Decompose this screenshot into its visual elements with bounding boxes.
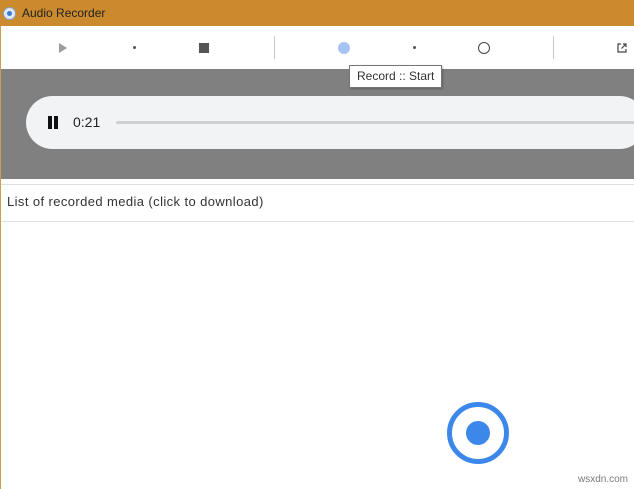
stop-icon [199,42,209,53]
title-bar: Audio Recorder [0,0,634,26]
toolbar-separator [553,36,554,59]
open-external-button[interactable] [612,26,632,69]
dot-icon [412,46,416,49]
pause-icon[interactable] [47,116,59,129]
external-link-icon [617,42,627,53]
player-area: 0:21 [1,69,634,179]
stop-button[interactable] [192,26,216,69]
dot-button[interactable] [402,26,426,69]
record-icon [338,41,350,54]
recorded-list-label: List of recorded media (click to downloa… [7,194,264,209]
tooltip: Record :: Start [349,65,443,88]
record-icon [466,421,490,445]
playback-time: 0:21 [73,114,101,130]
dot-icon [132,46,136,49]
window-title: Audio Recorder [22,6,106,20]
app-icon [3,6,16,20]
record-start-button[interactable] [332,26,356,69]
divider [1,221,634,222]
ring-icon [478,41,490,54]
dot-button[interactable] [122,26,146,69]
progress-track[interactable] [116,121,634,124]
toolbar [1,26,634,69]
audio-player: 0:21 [26,96,634,149]
divider [1,184,634,185]
record-button[interactable] [447,402,509,464]
watermark: wsxdn.com [577,474,628,485]
play-icon [59,42,67,53]
toolbar-separator [274,36,275,59]
record-options-button[interactable] [472,26,496,69]
play-button[interactable] [51,26,75,69]
